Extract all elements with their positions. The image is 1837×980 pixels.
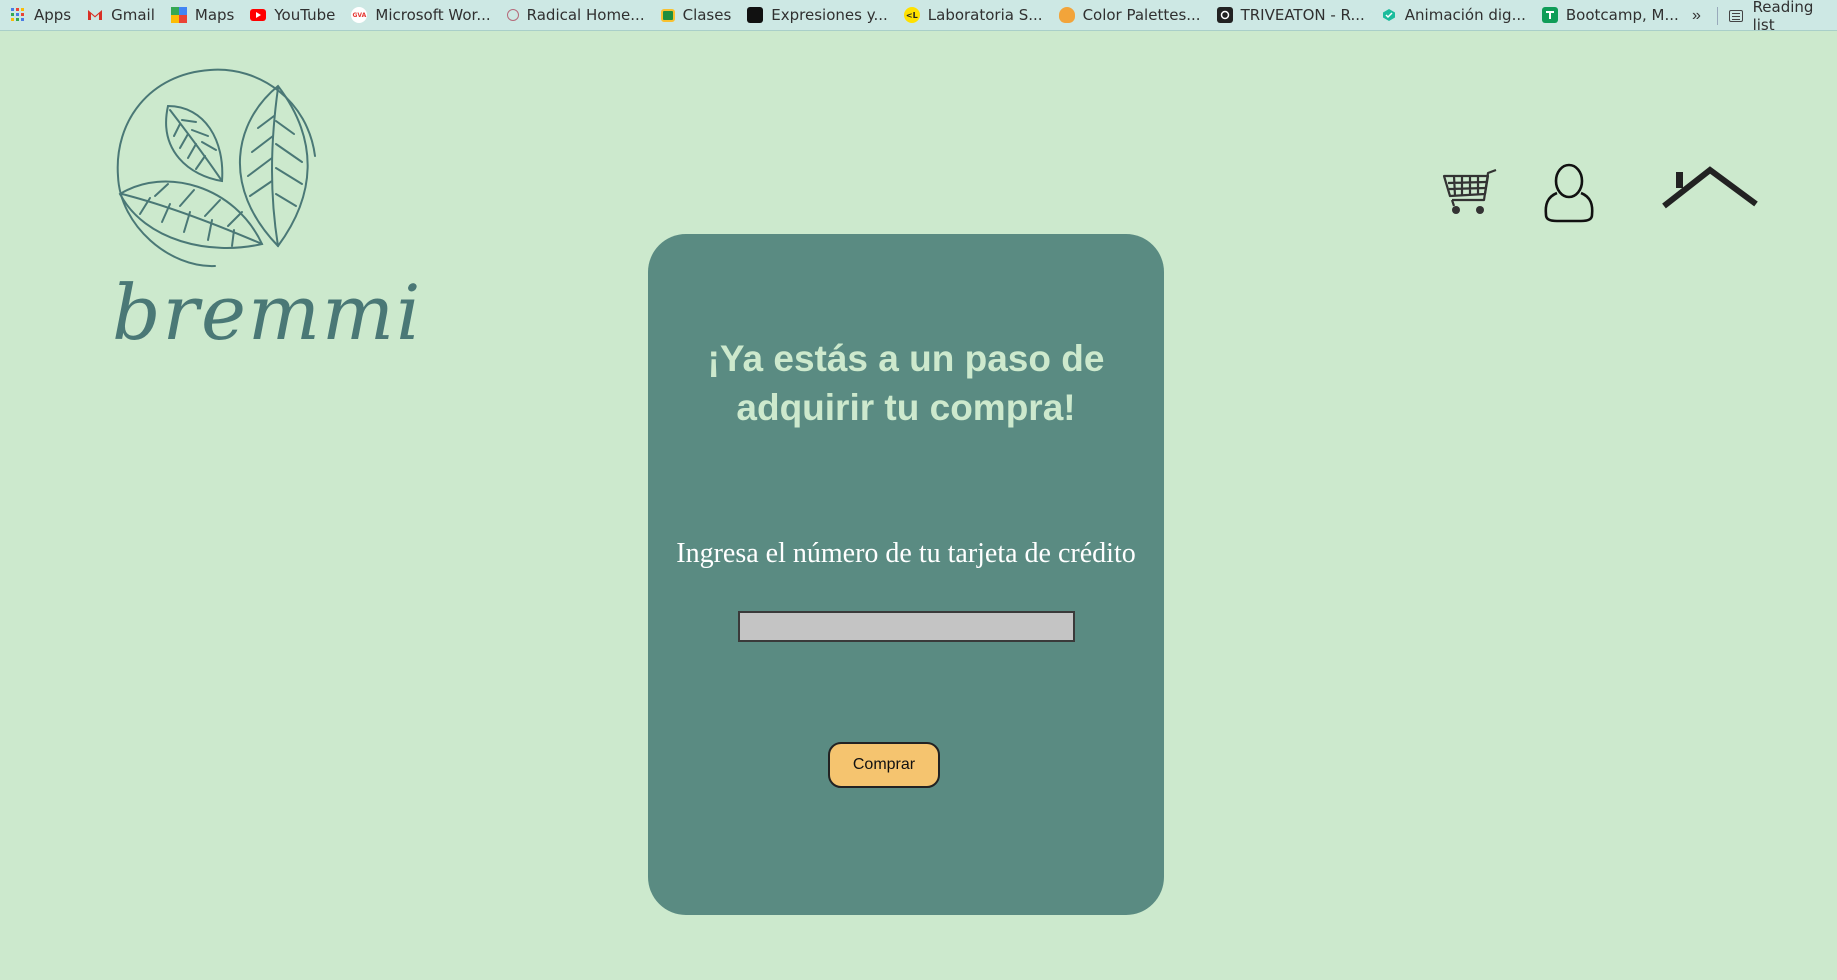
youtube-icon bbox=[250, 9, 267, 21]
bookmark-label: Apps bbox=[34, 6, 72, 24]
triveaton-icon bbox=[1216, 7, 1233, 23]
brand-name: bremmi bbox=[112, 268, 423, 357]
bookmark-expresiones[interactable]: Expresiones y... bbox=[747, 6, 888, 24]
bookmark-label: YouTube bbox=[274, 6, 336, 24]
bootcamp-icon bbox=[1541, 7, 1558, 23]
bookmark-microsoft-word[interactable]: GVA Microsoft Wor... bbox=[351, 6, 491, 24]
bookmark-label: Gmail bbox=[111, 6, 155, 24]
radical-icon bbox=[506, 9, 519, 21]
laboratoria-icon: <L bbox=[903, 7, 920, 23]
bookmark-radical-home[interactable]: Radical Home... bbox=[506, 6, 645, 24]
bookmark-youtube[interactable]: YouTube bbox=[250, 6, 335, 24]
bookmarks-divider bbox=[1717, 7, 1718, 25]
bookmark-color-palettes[interactable]: Color Palettes... bbox=[1058, 6, 1201, 24]
leaves-logo-icon bbox=[116, 68, 316, 268]
bookmark-label: Maps bbox=[194, 6, 235, 24]
classroom-icon bbox=[660, 8, 675, 22]
bookmark-label: Color Palettes... bbox=[1082, 6, 1201, 24]
apps-grid-icon bbox=[10, 7, 26, 23]
home-icon[interactable] bbox=[1662, 164, 1758, 210]
reading-list-label: Reading list bbox=[1752, 0, 1814, 34]
bookmark-triveaton[interactable]: TRIVEATON - R... bbox=[1216, 6, 1365, 24]
checkout-card: ¡Ya estás a un paso de adquirir tu compr… bbox=[648, 234, 1164, 915]
bookmark-laboratoria[interactable]: <L Laboratoria S... bbox=[903, 6, 1043, 24]
bookmark-label: TRIVEATON - R... bbox=[1240, 6, 1365, 24]
user-icon[interactable] bbox=[1543, 163, 1595, 223]
bookmark-gmail[interactable]: Gmail bbox=[87, 6, 155, 24]
bookmark-label: Expresiones y... bbox=[771, 6, 888, 24]
bookmark-bootcamp[interactable]: Bootcamp, M... bbox=[1541, 6, 1679, 24]
gva-icon: GVA bbox=[351, 7, 368, 23]
bookmark-label: Clases bbox=[682, 6, 732, 24]
animacion-icon bbox=[1381, 7, 1397, 23]
expresiones-icon bbox=[747, 7, 764, 23]
bookmark-label: Animación dig... bbox=[1404, 6, 1526, 24]
bookmark-animacion[interactable]: Animación dig... bbox=[1381, 6, 1526, 24]
bookmarks-more-button[interactable]: » bbox=[1692, 0, 1701, 31]
reading-list-button[interactable]: Reading list bbox=[1729, 0, 1837, 34]
bookmark-label: Laboratoria S... bbox=[927, 6, 1043, 24]
buy-button[interactable]: Comprar bbox=[828, 742, 940, 788]
card-number-input[interactable] bbox=[738, 611, 1075, 642]
cart-icon[interactable] bbox=[1442, 168, 1498, 216]
bookmark-label: Radical Home... bbox=[526, 6, 645, 24]
bookmarks-bar: Apps Gmail Maps YouTube GVA Microsoft Wo… bbox=[0, 0, 1837, 31]
reading-list-icon bbox=[1729, 9, 1743, 22]
checkout-title: ¡Ya estás a un paso de adquirir tu compr… bbox=[707, 338, 1105, 428]
maps-icon bbox=[170, 7, 187, 23]
bookmark-clases[interactable]: Clases bbox=[660, 6, 732, 24]
bookmark-label: Microsoft Wor... bbox=[375, 6, 491, 24]
bookmark-maps[interactable]: Maps bbox=[170, 6, 235, 24]
bookmark-label: Bootcamp, M... bbox=[1565, 6, 1679, 24]
color-palettes-icon bbox=[1058, 7, 1075, 23]
gmail-icon bbox=[87, 7, 103, 23]
card-number-label: Ingresa el número de tu tarjeta de crédi… bbox=[676, 538, 1136, 569]
bookmark-apps[interactable]: Apps bbox=[10, 6, 71, 24]
